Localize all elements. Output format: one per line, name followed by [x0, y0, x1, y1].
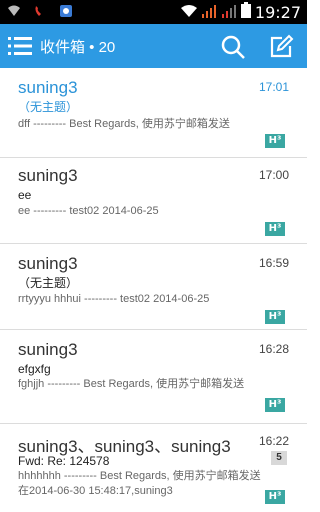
search-icon[interactable] — [220, 34, 246, 60]
signal-2-icon — [221, 3, 237, 22]
email-subject: ee — [18, 188, 32, 202]
email-row[interactable]: suning3 16:28 efgxfg fghjjh --------- Be… — [0, 330, 307, 424]
inbox-title[interactable]: 收件箱 • 20 — [40, 36, 115, 57]
hint-badge: H³ — [265, 398, 285, 412]
email-row[interactable]: suning3 17:01 （无主题） dff --------- Best R… — [0, 68, 307, 158]
email-preview: ee --------- test02 2014-06-25 — [18, 205, 159, 217]
email-preview: fghjjh --------- Best Regards, 使用苏宁邮箱发送 — [18, 378, 245, 390]
missed-call-icon — [32, 3, 48, 19]
thread-count-badge: 5 — [271, 451, 287, 465]
status-bar: 19:27 — [0, 0, 307, 24]
email-time: 17:01 — [258, 80, 289, 94]
hint-badge: H³ — [265, 310, 285, 324]
email-sender: suning3 — [18, 166, 78, 185]
hint-badge: H³ — [265, 134, 285, 148]
battery-icon — [240, 2, 251, 22]
email-time: 16:22 — [258, 434, 289, 448]
email-row[interactable]: suning3 17:00 ee ee --------- test02 201… — [0, 158, 307, 244]
system-status: 19:27 — [180, 2, 301, 22]
email-time: 16:59 — [258, 256, 289, 270]
email-subject: Fwd: Re: 124578 — [18, 454, 110, 468]
compose-icon[interactable] — [268, 34, 294, 60]
email-list: suning3 17:01 （无主题） dff --------- Best R… — [0, 68, 307, 512]
clock: 19:27 — [254, 2, 301, 22]
menu-icon[interactable] — [8, 35, 32, 57]
signal-icon — [201, 3, 217, 22]
email-subject: efgxfg — [18, 362, 51, 376]
email-sender: suning3 — [18, 78, 78, 97]
email-sender: suning3 — [18, 254, 78, 273]
email-time: 16:28 — [258, 342, 289, 356]
email-subject: （无主题） — [18, 100, 79, 114]
wifi-alert-icon — [6, 3, 22, 19]
email-preview: hhhhhhh --------- Best Regards, 使用苏宁邮箱发送… — [18, 470, 261, 497]
email-sender: suning3 — [18, 340, 78, 359]
wifi-icon — [180, 3, 197, 22]
hint-badge: H³ — [265, 222, 285, 236]
email-time: 17:00 — [258, 168, 289, 182]
email-preview: rrtyyyu hhhui --------- test02 2014-06-2… — [18, 293, 210, 305]
email-subject: （无主题） — [18, 276, 79, 290]
notification-icons — [6, 3, 74, 19]
app-header: 收件箱 • 20 — [0, 24, 307, 68]
email-preview: dff --------- Best Regards, 使用苏宁邮箱发送 — [18, 118, 230, 130]
hint-badge: H³ — [265, 490, 285, 504]
email-row[interactable]: suning3 16:59 （无主题） rrtyyyu hhhui ------… — [0, 244, 307, 330]
app-notification-icon — [58, 3, 74, 19]
email-row[interactable]: suning3、suning3、suning3 16:22 5 Fwd: Re:… — [0, 424, 307, 512]
